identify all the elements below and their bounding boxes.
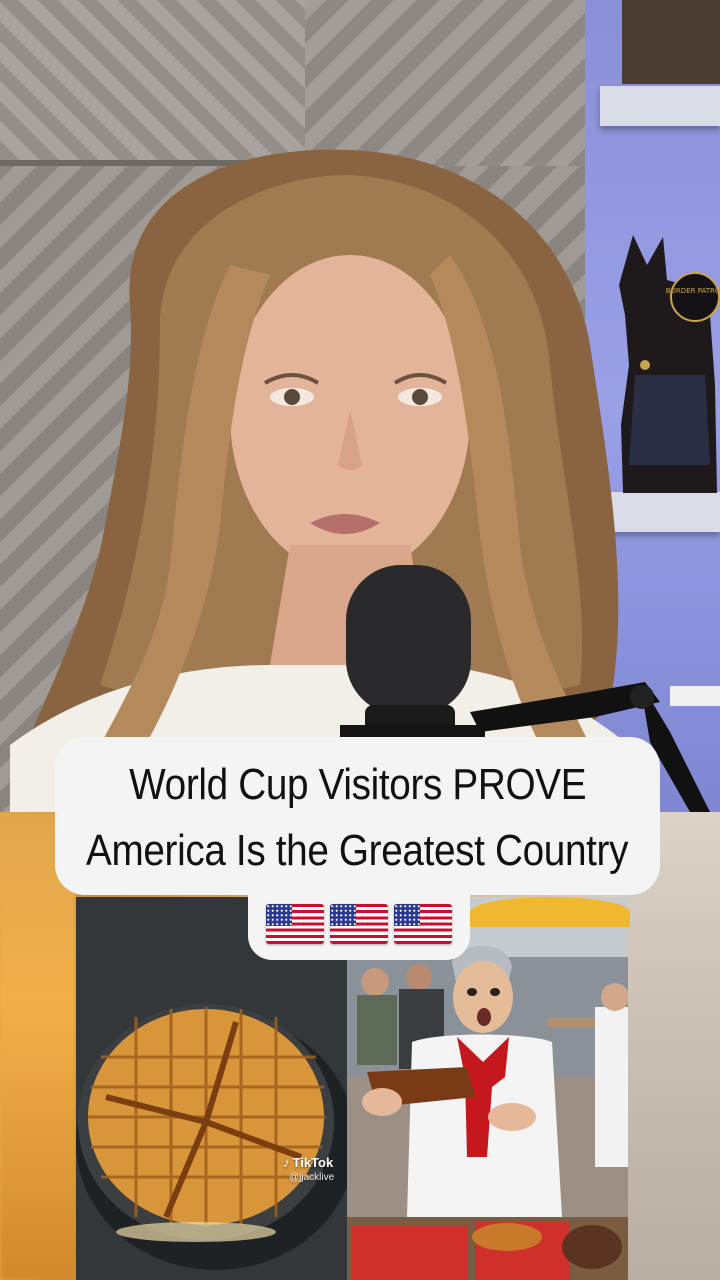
us-flag-icon bbox=[330, 904, 388, 944]
tiktok-brand: TikTok bbox=[292, 1155, 334, 1170]
us-flag-icon bbox=[266, 904, 324, 944]
wall-panel-right bbox=[305, 0, 590, 166]
border-patrol-badge-text: BORDER PATROL bbox=[666, 287, 720, 295]
umbrella bbox=[470, 897, 630, 927]
tiktok-watermark: ♪ TikTok @jjacklive bbox=[283, 1155, 334, 1183]
caption-line-2: America Is the Greatest Country bbox=[86, 826, 629, 875]
caption-line-1: World Cup Visitors PROVE bbox=[128, 760, 587, 809]
wall-panel bbox=[0, 0, 309, 166]
shelf-box bbox=[622, 0, 720, 84]
shelf bbox=[600, 86, 720, 126]
us-flag-icon bbox=[394, 904, 452, 944]
title-caption: World Cup Visitors PROVE America Is the … bbox=[55, 737, 660, 895]
tiktok-handle: @jjacklive bbox=[289, 1172, 335, 1183]
speaker-video: BORDER PATROL bbox=[0, 0, 720, 812]
flag-row bbox=[248, 888, 470, 960]
video-frame[interactable]: BORDER PATROL ♪ TikTok @jjacklive World … bbox=[0, 0, 720, 1280]
tiktok-icon: ♪ bbox=[283, 1155, 290, 1170]
